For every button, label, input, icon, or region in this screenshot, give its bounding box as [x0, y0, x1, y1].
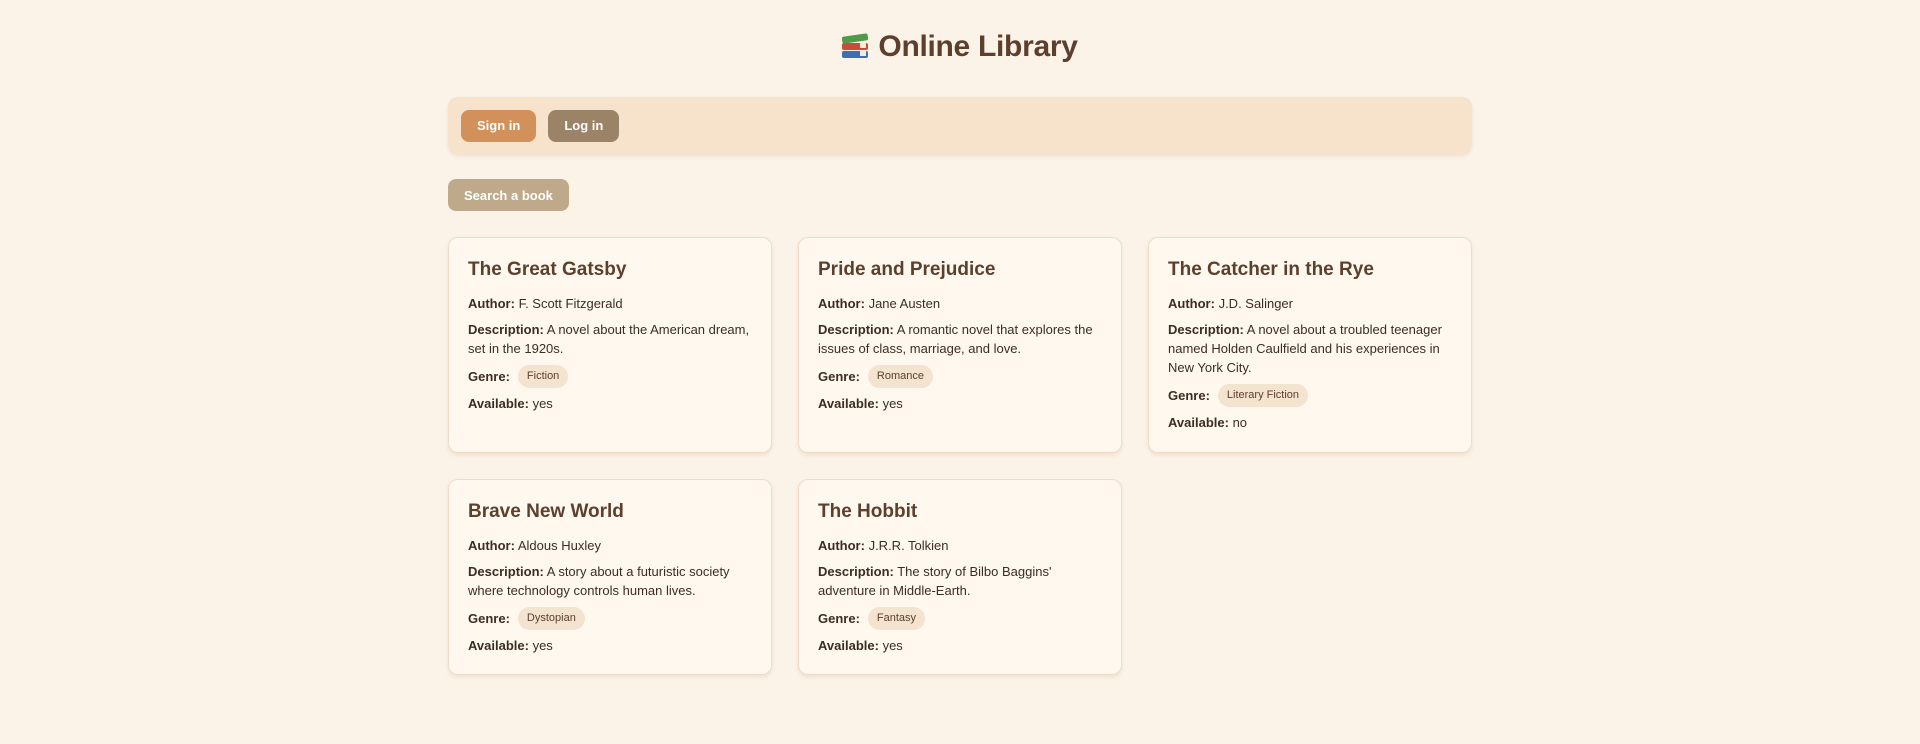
header: Online Library — [0, 30, 1920, 70]
book-author: Author: Jane Austen — [818, 294, 1102, 313]
author-label: Author: — [818, 538, 865, 553]
book-genre: Genre: Literary Fiction — [1168, 384, 1452, 407]
navbar: Sign in Log in — [448, 97, 1472, 154]
author-label: Author: — [818, 296, 865, 311]
book-genre: Genre: Dystopian — [468, 607, 752, 630]
genre-tag: Fiction — [517, 365, 569, 388]
book-genre: Genre: Fiction — [468, 365, 752, 388]
author-value: J.D. Salinger — [1218, 296, 1293, 311]
description-label: Description: — [468, 564, 544, 579]
book-title: The Hobbit — [818, 501, 918, 522]
book-title: The Catcher in the Rye — [1168, 259, 1374, 280]
available-value: yes — [882, 638, 903, 653]
description-label: Description: — [1168, 322, 1244, 337]
author-label: Author: — [468, 538, 515, 553]
book-availability: Available: yes — [468, 394, 752, 413]
available-label: Available: — [818, 396, 879, 411]
book-description: Description: A novel about the American … — [468, 320, 752, 358]
genre-label: Genre: — [468, 369, 510, 384]
author-value: Aldous Huxley — [517, 538, 601, 553]
available-value: yes — [532, 396, 553, 411]
author-value: F. Scott Fitzgerald — [518, 296, 623, 311]
book-title: Brave New World — [468, 501, 624, 522]
book-author: Author: J.R.R. Tolkien — [818, 536, 1102, 555]
available-value: no — [1232, 415, 1248, 430]
header-inner: Online Library — [842, 30, 1078, 64]
genre-label: Genre: — [1168, 388, 1210, 403]
book-title: Pride and Prejudice — [818, 259, 996, 280]
book-card: The Catcher in the Rye Author: J.D. Sali… — [1148, 237, 1472, 453]
book-card: Pride and Prejudice Author: Jane Austen … — [798, 237, 1122, 453]
sign-in-button[interactable]: Sign in — [461, 109, 537, 142]
author-value: J.R.R. Tolkien — [868, 538, 949, 553]
book-card: The Hobbit Author: J.R.R. Tolkien Descri… — [798, 479, 1122, 675]
book-description: Description: A story about a futuristic … — [468, 562, 752, 600]
book-genre: Genre: Fantasy — [818, 607, 1102, 630]
book-availability: Available: yes — [468, 636, 752, 655]
book-author: Author: F. Scott Fitzgerald — [468, 294, 752, 313]
book-description: Description: The story of Bilbo Baggins'… — [818, 562, 1102, 600]
book-title: The Great Gatsby — [468, 259, 627, 280]
description-label: Description: — [818, 322, 894, 337]
page: Online Library Sign in Log in Search a b… — [0, 0, 1920, 744]
description-label: Description: — [818, 564, 894, 579]
genre-label: Genre: — [818, 611, 860, 626]
genre-tag: Romance — [867, 365, 933, 388]
available-label: Available: — [468, 396, 529, 411]
available-label: Available: — [1168, 415, 1229, 430]
book-genre: Genre: Romance — [818, 365, 1102, 388]
author-label: Author: — [1168, 296, 1215, 311]
book-description: Description: A novel about a troubled te… — [1168, 320, 1452, 377]
book-availability: Available: yes — [818, 394, 1102, 413]
genre-tag: Fantasy — [867, 607, 926, 630]
author-value: Jane Austen — [868, 296, 941, 311]
author-label: Author: — [468, 296, 515, 311]
available-value: yes — [882, 396, 903, 411]
log-in-button[interactable]: Log in — [548, 109, 620, 142]
book-availability: Available: no — [1168, 413, 1452, 432]
book-card: The Great Gatsby Author: F. Scott Fitzge… — [448, 237, 772, 453]
book-availability: Available: yes — [818, 636, 1102, 655]
books-icon — [842, 33, 869, 61]
page-title: Online Library — [878, 30, 1078, 63]
genre-label: Genre: — [468, 611, 510, 626]
genre-tag: Literary Fiction — [1217, 384, 1309, 407]
genre-tag: Dystopian — [517, 607, 585, 630]
genre-label: Genre: — [818, 369, 860, 384]
available-value: yes — [532, 638, 553, 653]
available-label: Available: — [468, 638, 529, 653]
description-label: Description: — [468, 322, 544, 337]
book-description: Description: A romantic novel that explo… — [818, 320, 1102, 358]
book-card: Brave New World Author: Aldous Huxley De… — [448, 479, 772, 675]
available-label: Available: — [818, 638, 879, 653]
book-author: Author: Aldous Huxley — [468, 536, 752, 555]
book-author: Author: J.D. Salinger — [1168, 294, 1452, 313]
search-book-button[interactable]: Search a book — [448, 179, 569, 211]
